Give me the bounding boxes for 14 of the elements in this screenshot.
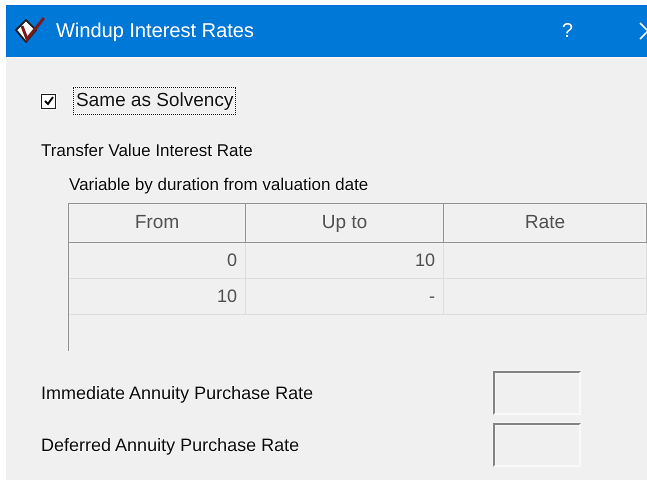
checkbox-label[interactable]: Same as Solvency bbox=[73, 87, 236, 115]
column-header[interactable]: Up to bbox=[246, 204, 444, 242]
section-subheading: Variable by duration from valuation date bbox=[69, 175, 370, 195]
table-cell: - bbox=[246, 279, 444, 314]
table-cell: 10 bbox=[69, 279, 246, 314]
field-label: Deferred Annuity Purchase Rate bbox=[41, 434, 300, 456]
field-label: Immediate Annuity Purchase Rate bbox=[41, 382, 314, 404]
window-title: Windup Interest Rates bbox=[56, 20, 254, 42]
table-cell: 0 bbox=[69, 243, 246, 278]
column-header[interactable]: Rate bbox=[444, 204, 647, 242]
help-button[interactable]: ? bbox=[558, 20, 577, 42]
column-header[interactable]: From bbox=[69, 204, 246, 242]
section-heading: Transfer Value Interest Rate bbox=[41, 141, 254, 161]
table-cell: 10 bbox=[246, 243, 444, 278]
